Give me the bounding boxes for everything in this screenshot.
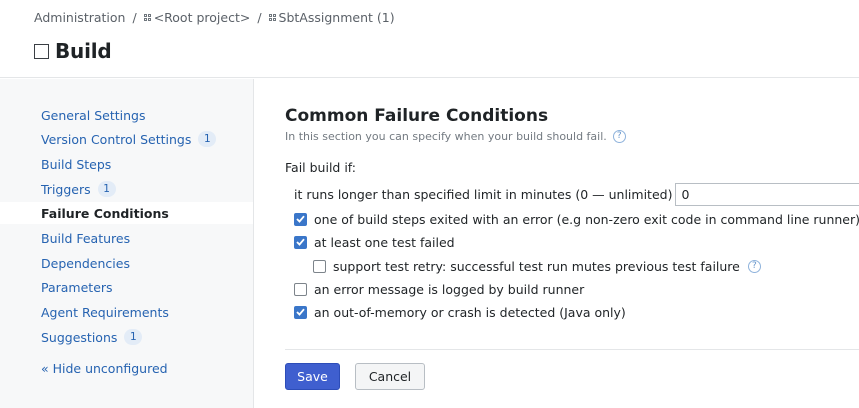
- divider: [285, 349, 859, 350]
- sidebar-item-agent-requirements[interactable]: Agent Requirements: [0, 301, 253, 323]
- condition-label: one of build steps exited with an error …: [314, 211, 859, 227]
- sidebar-item-triggers[interactable]: Triggers 1: [0, 178, 253, 200]
- breadcrumb-sbt-assignment[interactable]: SbtAssignment (1): [279, 10, 395, 25]
- help-icon[interactable]: ?: [747, 259, 761, 273]
- sidebar-item-label: Triggers: [41, 181, 91, 197]
- time-limit-input[interactable]: [675, 183, 859, 206]
- section-description: In this section you can specify when you…: [285, 130, 626, 143]
- sidebar-item-version-control-settings[interactable]: Version Control Settings 1: [0, 128, 253, 150]
- save-button[interactable]: Save: [285, 363, 340, 390]
- sidebar-item-parameters[interactable]: Parameters: [0, 276, 253, 298]
- breadcrumb-separator: /: [132, 9, 137, 25]
- condition-label: an out-of-memory or crash is detected (J…: [314, 304, 626, 320]
- condition-label: at least one test failed: [314, 234, 455, 250]
- checkbox[interactable]: [294, 305, 307, 319]
- count-badge: 1: [97, 181, 116, 197]
- hide-unconfigured-link[interactable]: « Hide unconfigured: [0, 357, 253, 379]
- sidebar-item-label: Build Features: [41, 230, 131, 246]
- check-icon: [296, 308, 305, 316]
- section-description-text: In this section you can specify when you…: [285, 130, 607, 143]
- condition-test-failed[interactable]: at least one test failed: [294, 232, 455, 252]
- check-icon: [296, 238, 305, 246]
- build-config-icon: [268, 13, 276, 21]
- breadcrumb-root-project[interactable]: <Root project>: [154, 10, 251, 25]
- checkbox[interactable]: [294, 235, 307, 249]
- sidebar-item-build-steps[interactable]: Build Steps: [0, 153, 253, 175]
- sidebar-item-failure-conditions[interactable]: Failure Conditions: [0, 202, 253, 224]
- condition-oom-crash[interactable]: an out-of-memory or crash is detected (J…: [294, 302, 626, 322]
- sidebar-item-label: Dependencies: [41, 255, 130, 271]
- checkbox[interactable]: [294, 282, 307, 296]
- sidebar-item-label: General Settings: [41, 107, 146, 123]
- time-limit-row: it runs longer than specified limit in m…: [294, 183, 859, 206]
- condition-label: an error message is logged by build runn…: [314, 281, 585, 297]
- breadcrumb-administration[interactable]: Administration: [34, 10, 125, 25]
- check-icon: [296, 215, 305, 223]
- build-config-square-icon: [34, 43, 49, 59]
- fail-build-label: Fail build if:: [285, 160, 356, 175]
- sidebar-item-label: Version Control Settings: [41, 131, 192, 147]
- page-title: Build: [55, 39, 112, 63]
- count-badge: 1: [198, 131, 217, 147]
- section-title: Common Failure Conditions: [285, 106, 549, 126]
- sidebar-item-label: Failure Conditions: [41, 205, 169, 221]
- sidebar-item-general-settings[interactable]: General Settings: [0, 104, 253, 126]
- sidebar-item-label: Parameters: [41, 279, 113, 295]
- cancel-button[interactable]: Cancel: [355, 363, 425, 390]
- sidebar-item-build-features[interactable]: Build Features: [0, 227, 253, 249]
- breadcrumb: Administration / <Root project> / SbtAss…: [34, 9, 395, 25]
- count-badge: 1: [124, 329, 143, 345]
- page-header: Administration / <Root project> / SbtAss…: [0, 0, 859, 78]
- time-limit-label: it runs longer than specified limit in m…: [294, 187, 673, 202]
- checkbox[interactable]: [294, 212, 307, 226]
- title-row: Build: [34, 38, 112, 64]
- settings-sidebar: General Settings Version Control Setting…: [0, 79, 254, 408]
- checkbox[interactable]: [313, 259, 326, 273]
- sidebar-item-label: Agent Requirements: [41, 304, 169, 320]
- sidebar-item-dependencies[interactable]: Dependencies: [0, 252, 253, 274]
- main-content: Common Failure Conditions In this sectio…: [255, 79, 859, 408]
- condition-error-message[interactable]: an error message is logged by build runn…: [294, 279, 584, 299]
- help-icon[interactable]: ?: [612, 130, 626, 143]
- condition-label: support test retry: successful test run …: [333, 258, 740, 274]
- project-icon: [143, 13, 151, 21]
- condition-test-retry[interactable]: support test retry: successful test run …: [313, 256, 761, 276]
- sidebar-item-suggestions[interactable]: Suggestions 1: [0, 326, 253, 348]
- sidebar-item-label: Build Steps: [41, 156, 112, 172]
- sidebar-item-label: Suggestions: [41, 329, 118, 345]
- condition-step-error[interactable]: one of build steps exited with an error …: [294, 209, 859, 229]
- breadcrumb-separator: /: [257, 9, 262, 25]
